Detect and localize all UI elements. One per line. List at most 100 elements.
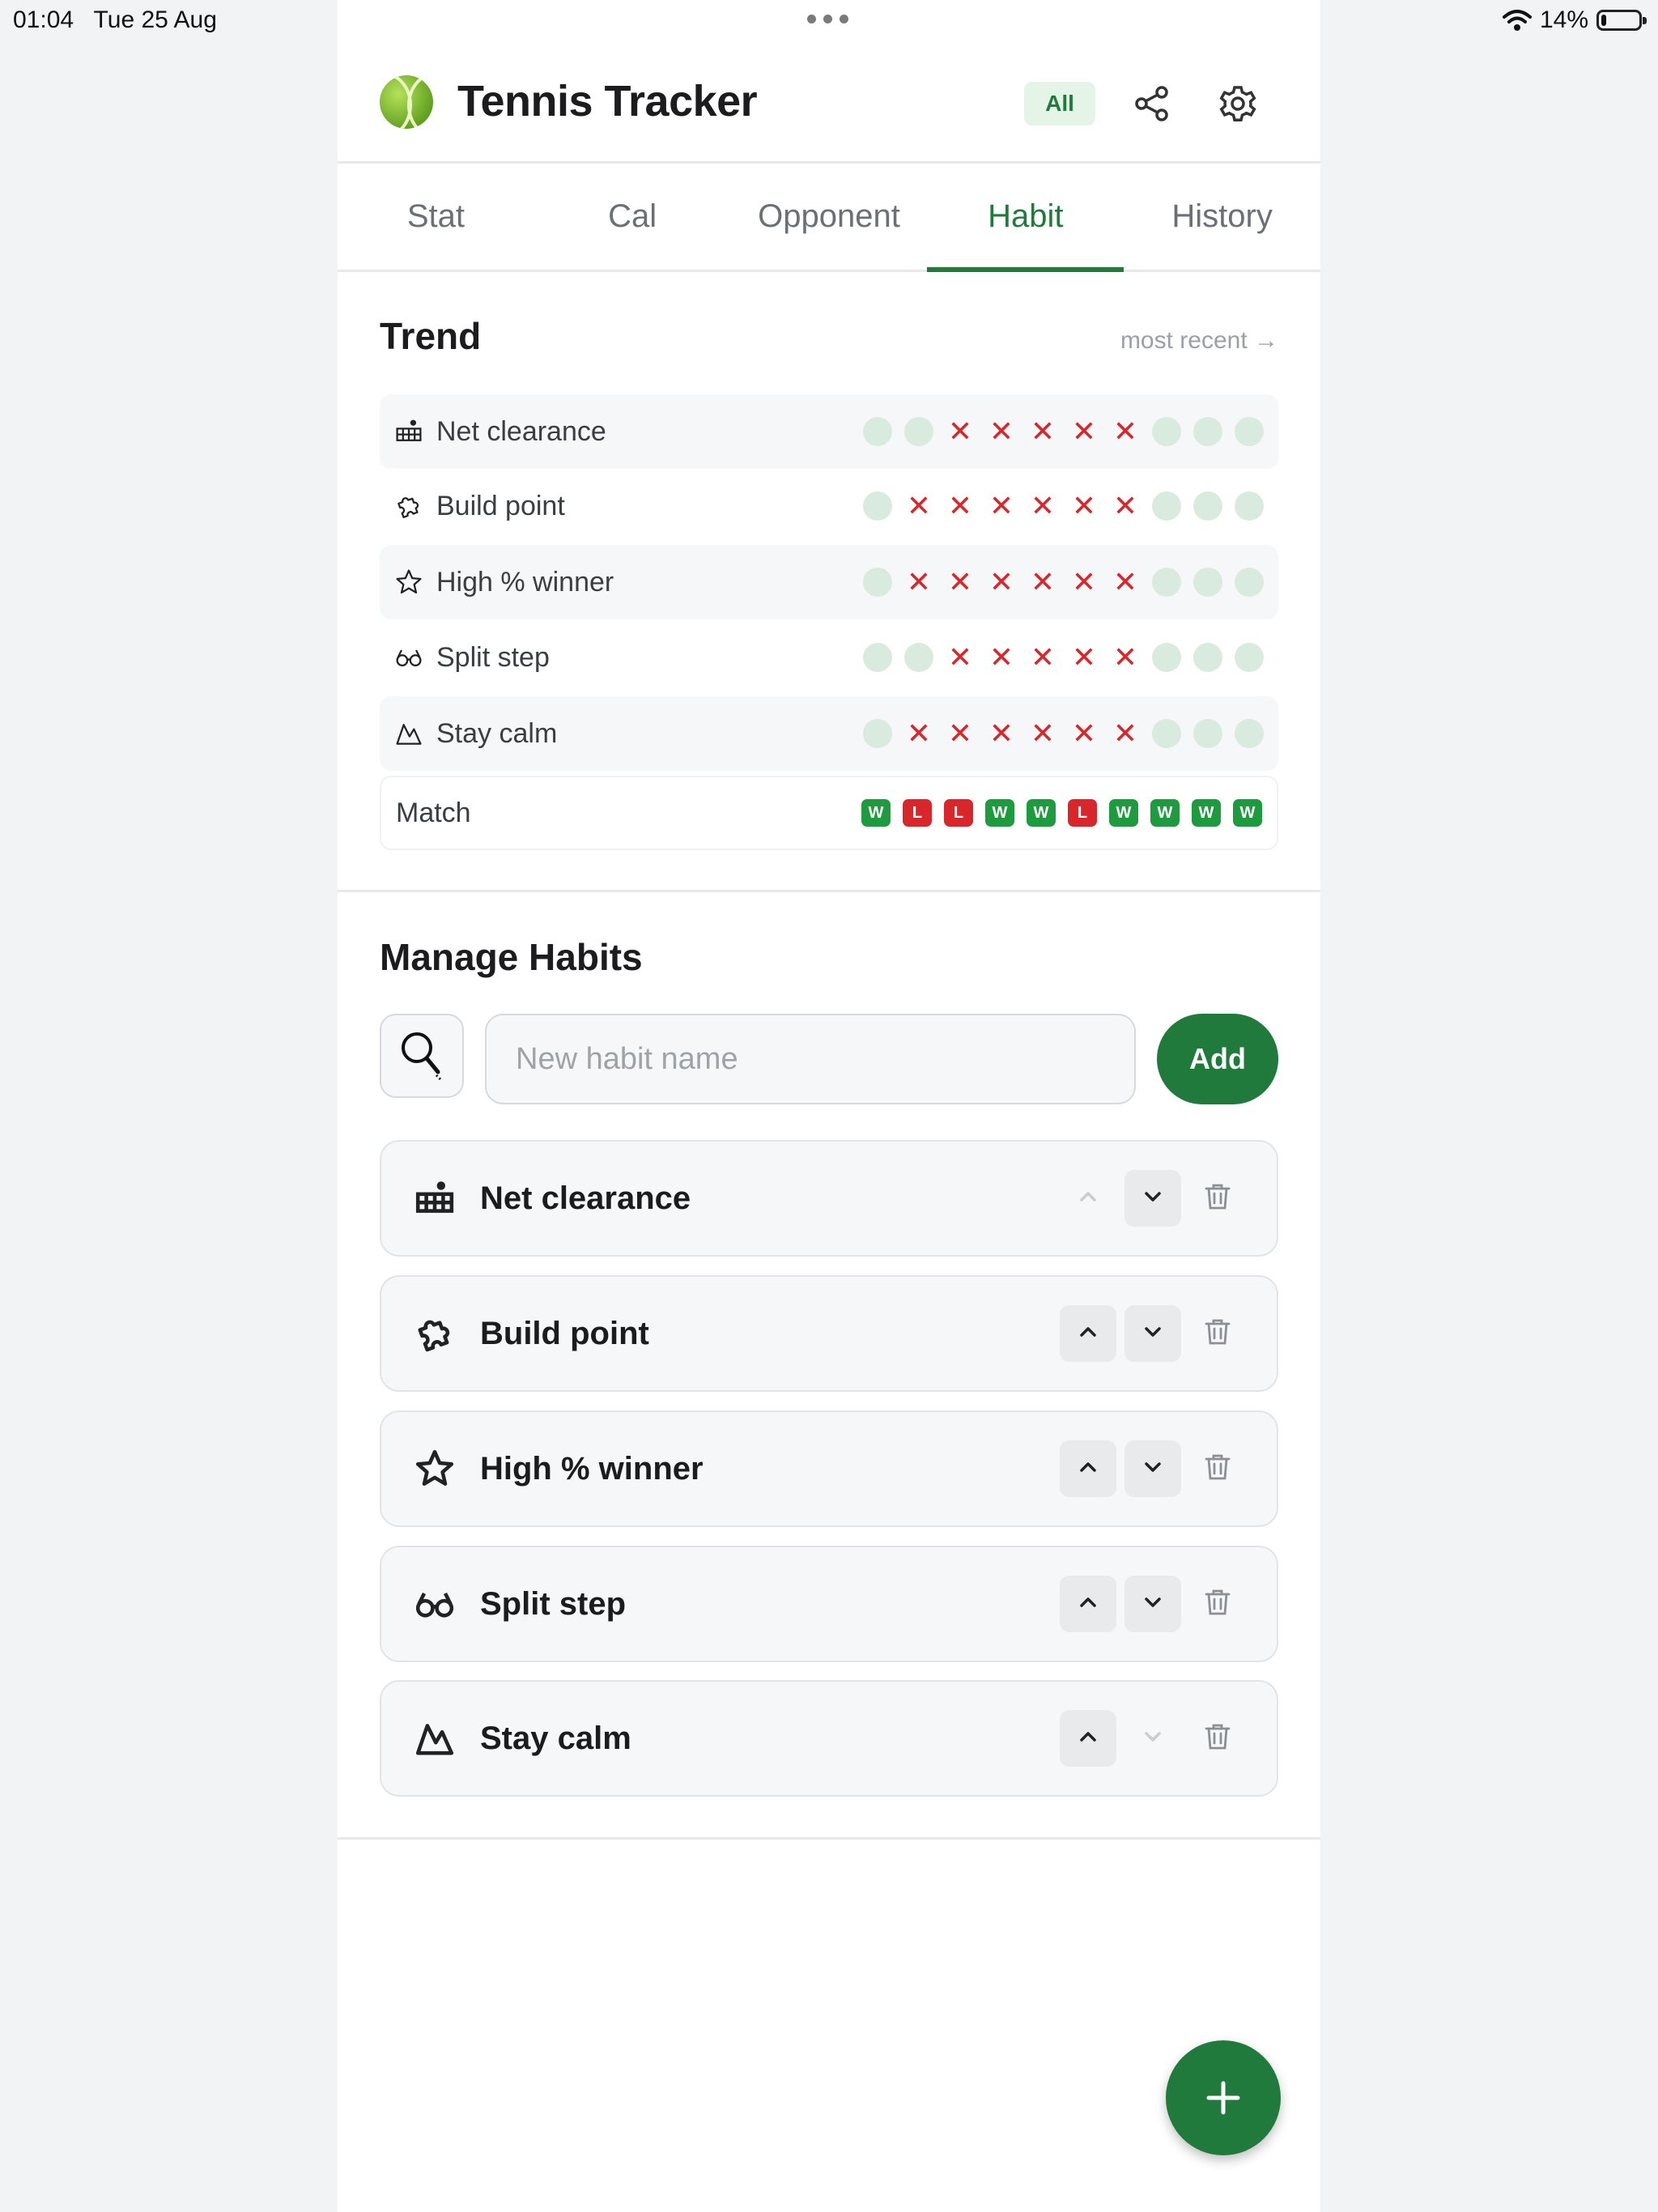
habit-card: Stay calm	[380, 1680, 1278, 1797]
habit-name: Split step	[480, 1585, 627, 1622]
match-label: Match	[396, 797, 471, 828]
match-result-badge: W	[1109, 799, 1138, 827]
net-icon	[412, 1176, 457, 1221]
filter-chip-all[interactable]: All	[1024, 82, 1095, 125]
habit-ok-dot	[1235, 719, 1264, 748]
chevron-up-icon	[1077, 1185, 1099, 1212]
glasses-icon	[394, 643, 423, 672]
chevron-up-icon	[1077, 1725, 1099, 1752]
plus-icon	[1206, 2081, 1240, 2115]
trash-icon	[1201, 1451, 1234, 1487]
trend-row: Split step ✕ ✕ ✕ ✕ ✕	[380, 620, 1278, 695]
habit-miss-x: ✕	[947, 415, 973, 448]
chevron-up-icon	[1077, 1456, 1099, 1482]
status-time: 01:04	[13, 6, 74, 33]
habit-name: Build point	[480, 1315, 649, 1351]
habit-miss-x: ✕	[988, 565, 1014, 598]
move-down-button[interactable]	[1124, 1305, 1181, 1362]
racket-search-button[interactable]	[380, 1014, 464, 1098]
move-up-button[interactable]	[1060, 1440, 1116, 1497]
habit-card: Split step	[380, 1546, 1278, 1662]
tab-cal[interactable]: Cal	[534, 164, 731, 270]
habit-ok-dot	[1193, 643, 1222, 672]
match-label-wrap: Match	[396, 798, 861, 829]
match-result-badge: L	[944, 799, 973, 827]
delete-habit-button[interactable]	[1189, 1440, 1246, 1497]
habit-miss-x: ✕	[1112, 415, 1138, 448]
habit-card: Net clearance	[380, 1140, 1278, 1257]
delete-habit-button[interactable]	[1189, 1170, 1246, 1227]
trash-icon	[1201, 1316, 1234, 1352]
tab-bar: Stat Cal Opponent Habit History	[338, 164, 1320, 272]
match-result-badge: L	[1068, 799, 1097, 827]
habit-ok-dot	[1235, 568, 1264, 597]
status-bar-time: 01:04 Tue 25 Aug	[13, 6, 217, 34]
habit-miss-x: ✕	[1071, 565, 1097, 598]
delete-habit-button[interactable]	[1189, 1305, 1246, 1362]
habit-ok-dot	[863, 568, 892, 597]
habit-miss-x: ✕	[988, 717, 1014, 750]
chevron-down-icon	[1141, 1591, 1164, 1618]
habit-ok-dot	[1235, 417, 1264, 446]
trend-row-label: High % winner	[436, 566, 614, 598]
match-results: WLLWWLWWWW	[861, 799, 1262, 827]
chevron-down-icon	[1141, 1185, 1164, 1212]
mountain-icon	[412, 1716, 457, 1761]
habit-ok-dot	[1193, 719, 1222, 748]
trend-row-label: Stay calm	[436, 717, 558, 749]
habit-card: Build point	[380, 1275, 1278, 1392]
habit-miss-x: ✕	[906, 565, 932, 598]
racket-icon	[402, 1032, 442, 1081]
chevron-up-icon	[1077, 1591, 1099, 1618]
puzzle-icon	[412, 1311, 457, 1356]
habit-ok-dot	[863, 719, 892, 748]
match-result-badge: W	[1233, 799, 1262, 827]
move-up-button[interactable]	[1060, 1576, 1116, 1632]
habit-miss-x: ✕	[1071, 489, 1097, 522]
habit-miss-x: ✕	[1030, 640, 1056, 674]
share-icon[interactable]	[1126, 78, 1178, 130]
habit-miss-x: ✕	[1112, 640, 1138, 674]
tab-habit[interactable]: Habit	[927, 164, 1124, 272]
add-fab-button[interactable]	[1166, 2040, 1281, 2155]
manage-habits-title: Manage Habits	[380, 936, 643, 978]
delete-habit-button[interactable]	[1189, 1710, 1246, 1767]
trend-row-label-wrap: Build point	[394, 491, 863, 522]
move-down-button[interactable]	[1124, 1170, 1181, 1227]
move-down-button[interactable]	[1124, 1440, 1181, 1497]
trash-icon	[1201, 1180, 1234, 1217]
new-habit-input[interactable]	[485, 1014, 1136, 1104]
trend-marks: ✕ ✕ ✕ ✕ ✕ ✕	[863, 568, 1264, 597]
trend-row-label-wrap: Stay calm	[394, 718, 863, 750]
habit-ok-dot	[1152, 417, 1181, 446]
trend-row-label-wrap: Net clearance	[394, 416, 863, 448]
move-up-button[interactable]	[1060, 1305, 1116, 1362]
move-up-button	[1060, 1170, 1116, 1227]
delete-habit-button[interactable]	[1189, 1576, 1246, 1632]
add-habit-button[interactable]: Add	[1157, 1014, 1278, 1104]
trend-row-label: Net clearance	[436, 415, 606, 447]
status-date: Tue 25 Aug	[93, 6, 217, 33]
chevron-down-icon	[1141, 1456, 1164, 1482]
habit-ok-dot	[1193, 417, 1222, 446]
chevron-down-icon	[1141, 1321, 1164, 1347]
mountain-icon	[394, 719, 423, 748]
habit-ok-dot	[1235, 643, 1264, 672]
tab-opponent[interactable]: Opponent	[731, 164, 928, 270]
tab-stat[interactable]: Stat	[338, 164, 534, 270]
move-up-button[interactable]	[1060, 1710, 1116, 1767]
trend-row: High % winner ✕ ✕ ✕ ✕ ✕ ✕	[380, 545, 1278, 619]
habit-miss-x: ✕	[988, 415, 1014, 448]
gear-icon[interactable]	[1212, 78, 1264, 130]
move-down-button[interactable]	[1124, 1576, 1181, 1632]
habit-miss-x: ✕	[906, 717, 932, 750]
trend-title: Trend	[380, 315, 482, 357]
habit-ok-dot	[1235, 491, 1264, 521]
tab-history[interactable]: History	[1124, 164, 1320, 270]
habit-name: Stay calm	[480, 1720, 631, 1756]
move-down-button	[1124, 1710, 1181, 1767]
trend-row: Net clearance ✕ ✕ ✕ ✕ ✕	[380, 394, 1278, 469]
habit-ok-dot	[1152, 491, 1181, 521]
habit-miss-x: ✕	[1030, 717, 1056, 750]
trend-row-label-wrap: Split step	[394, 642, 863, 674]
